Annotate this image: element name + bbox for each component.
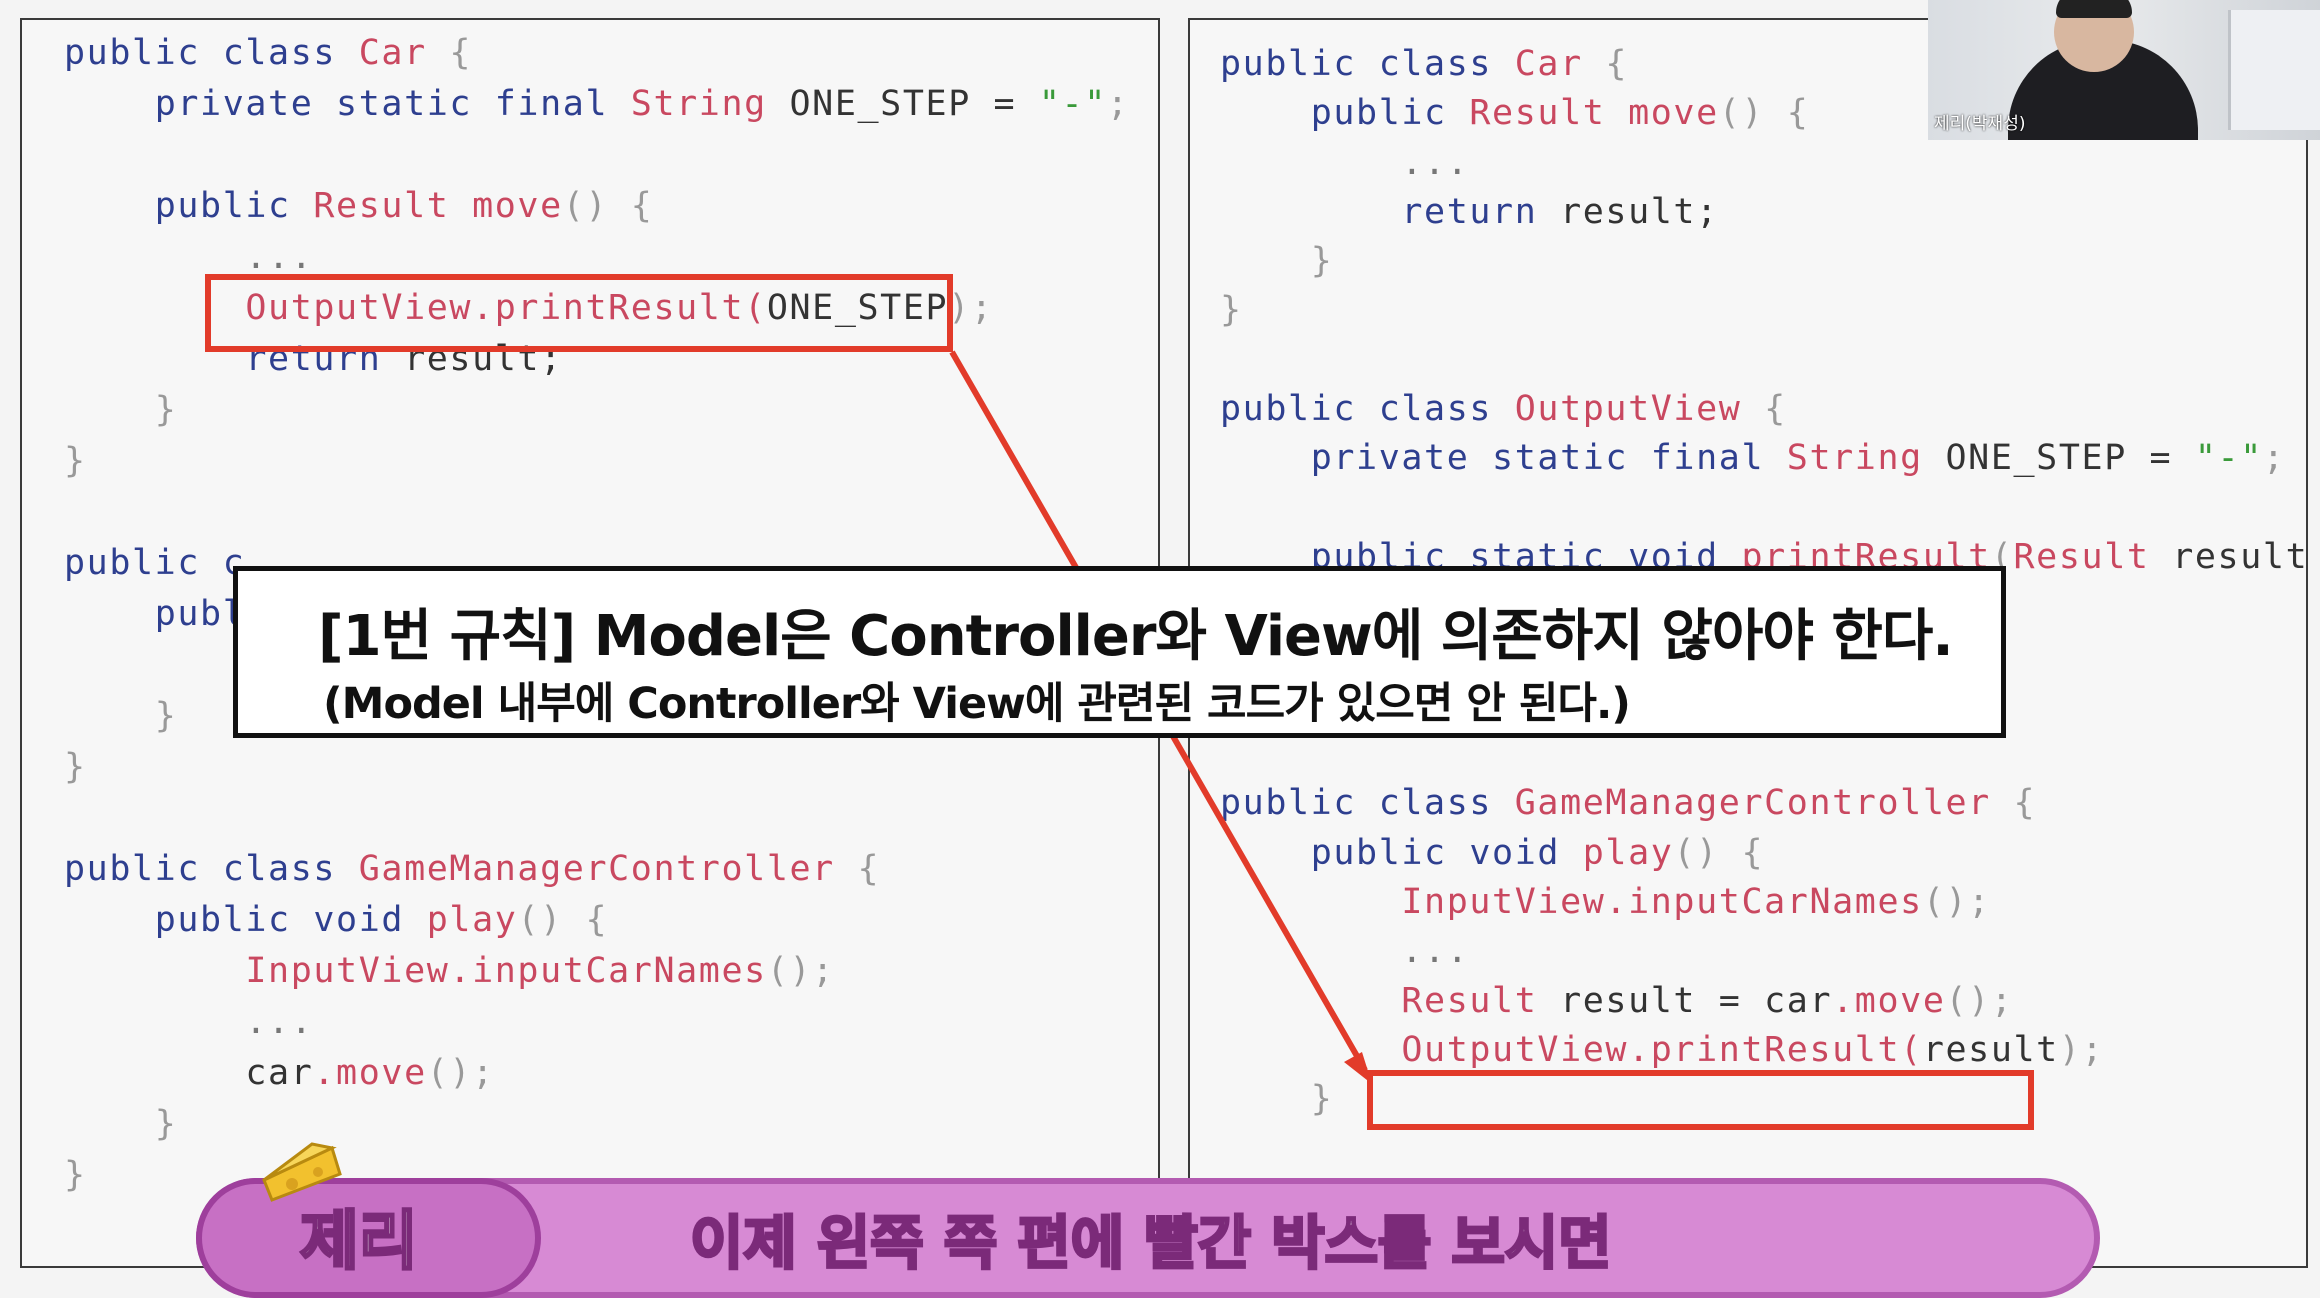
webcam-background: [2228, 10, 2320, 130]
webcam-name-label: 제리(박재성): [1934, 114, 2026, 134]
rule-subtitle: (Model 내부에 Controller와 View에 관련된 코드가 있으면…: [323, 679, 1631, 729]
arrow-head: [1344, 1052, 1372, 1084]
rule-title: [1번 규칙] Model은 Controller와 View에 의존하지 않아…: [318, 604, 1954, 669]
caption-speaker: 제리: [299, 1204, 420, 1281]
webcam-person-hair: [2056, 0, 2132, 18]
webcam-overlay: 제리(박재성): [1928, 0, 2320, 140]
rule-callout: [1번 규칙] Model은 Controller와 View에 의존하지 않아…: [233, 566, 2006, 738]
caption-text: 이제 왼쪽 쪽 편에 빨간 박스를 보시면: [689, 1208, 1614, 1279]
